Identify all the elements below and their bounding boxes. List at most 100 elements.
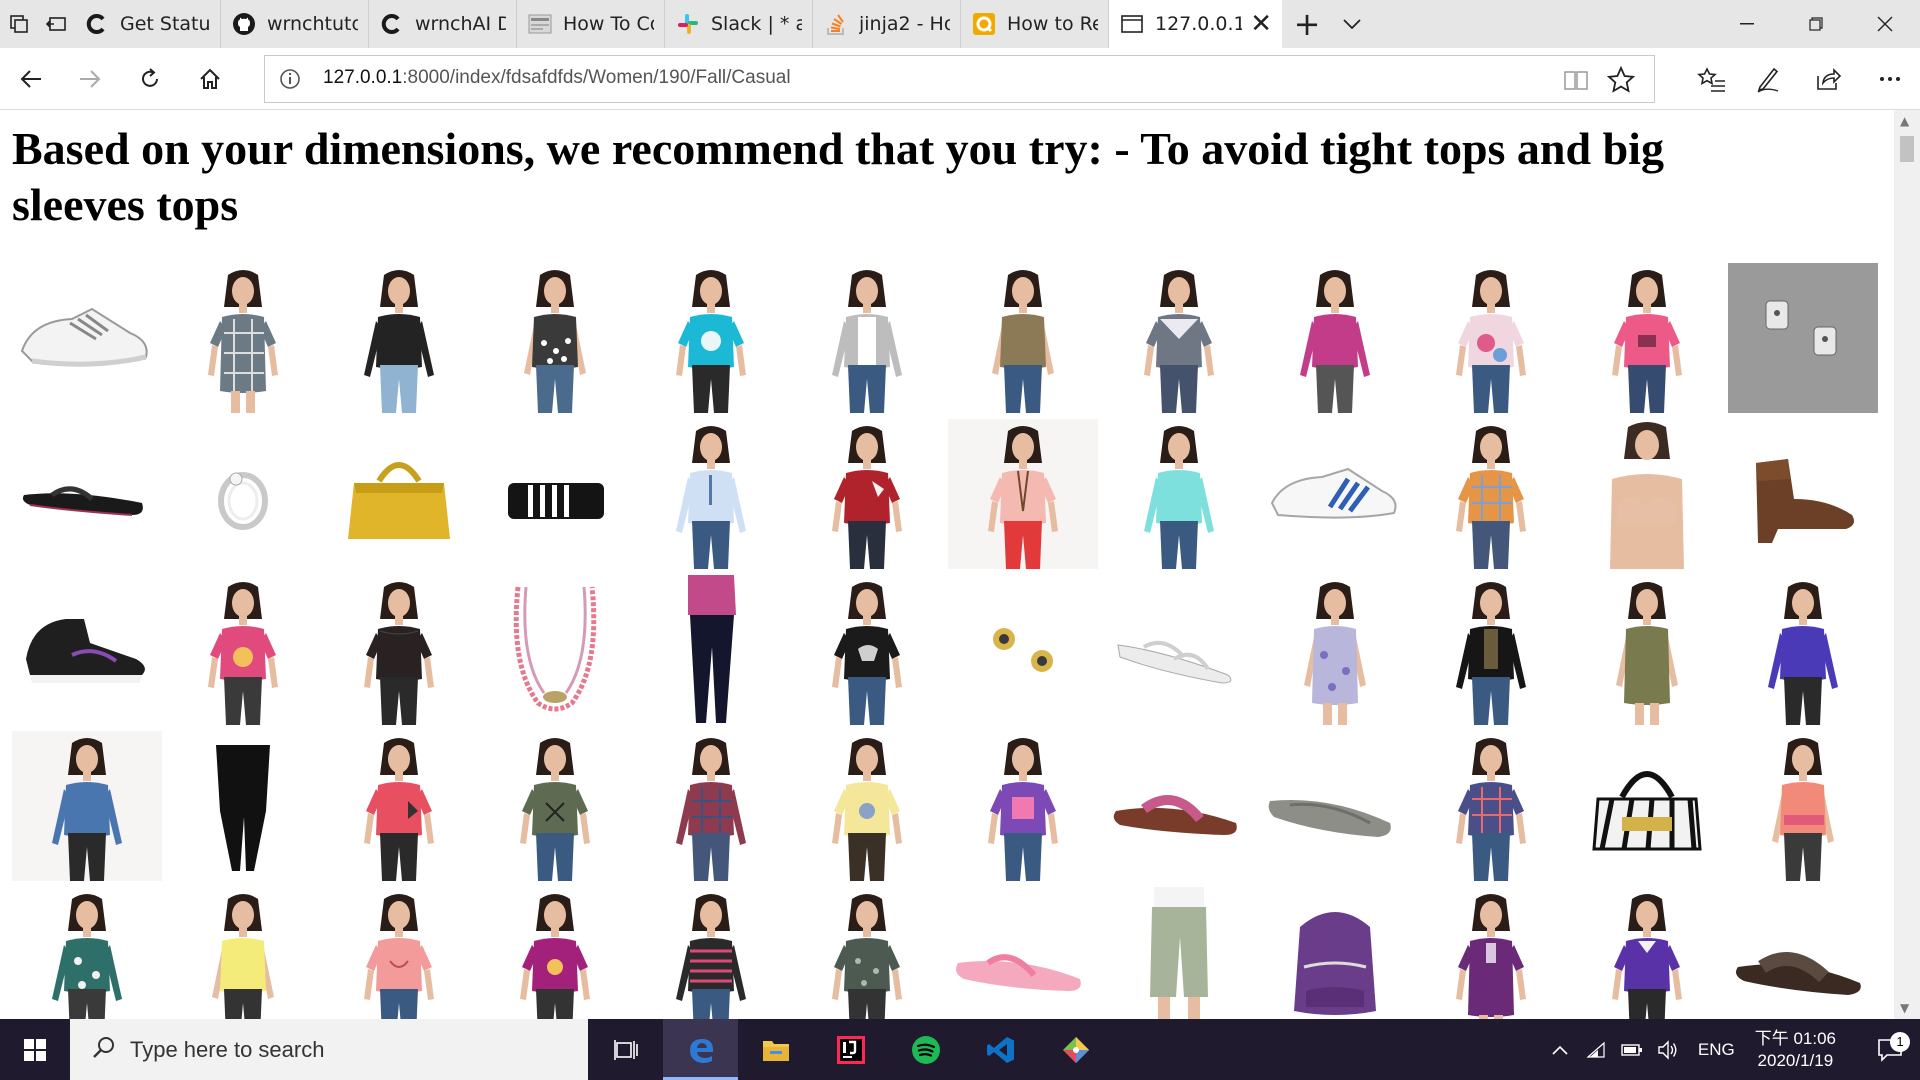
product-image-tights: [168, 731, 318, 881]
scrollbar-thumb[interactable]: [1900, 136, 1914, 162]
product-image-shirt-check: [1416, 419, 1566, 569]
volume-icon[interactable]: [1650, 1039, 1686, 1060]
git-kraken-icon[interactable]: [1038, 1019, 1113, 1080]
task-view-icon[interactable]: [588, 1019, 663, 1080]
share-icon[interactable]: [1808, 59, 1848, 99]
browser-tab[interactable]: wrnchAI Deve: [369, 0, 517, 48]
favorites-list-icon[interactable]: [1692, 59, 1732, 99]
back-icon[interactable]: [11, 59, 51, 99]
browser-tab[interactable]: wrnchtutorial,: [221, 0, 369, 48]
tab-page-icon: [1119, 11, 1145, 37]
input-language[interactable]: ENG: [1698, 1040, 1735, 1060]
product-image-dress-purple: [1416, 887, 1566, 1019]
product-image-polo-purple: [1572, 887, 1722, 1019]
product-image-cardigan-grey: [792, 263, 942, 413]
taskbar-search-box[interactable]: Type here to search: [70, 1019, 588, 1080]
site-info-icon[interactable]: [277, 66, 303, 92]
windows-taskbar: Type here to search ENG 下午 01:06 2020/1/…: [0, 1019, 1920, 1080]
clock-date: 2020/1/19: [1757, 1050, 1834, 1070]
c-icon: [379, 11, 405, 37]
product-image-slide-brown: [1104, 731, 1254, 881]
product-image-tube-olive: [948, 263, 1098, 413]
product-image-top-red: [792, 419, 942, 569]
product-image-earrings-box: [1728, 263, 1878, 413]
product-image-tee-black: [792, 575, 942, 725]
set-aside-tabs-icon[interactable]: [37, 0, 74, 48]
scroll-down-icon[interactable]: ▼: [1900, 1001, 1909, 1015]
chevron-up-icon[interactable]: [1542, 1044, 1578, 1056]
pen-icon[interactable]: [1748, 59, 1788, 99]
tab-close-icon[interactable]: ✕: [1242, 9, 1272, 39]
product-image-wallet: [480, 419, 630, 569]
wifi-icon[interactable]: [1578, 1041, 1614, 1059]
c-icon: [84, 11, 110, 37]
new-tab-icon[interactable]: +: [1282, 0, 1332, 48]
product-image-sweater-purple: [1728, 575, 1878, 725]
restore-icon[interactable]: [1781, 0, 1851, 48]
tab-label: jinja2 - How t: [859, 13, 950, 35]
intellij-icon[interactable]: [813, 1019, 888, 1080]
product-image-pullover-aqua: [1104, 419, 1254, 569]
product-image-tee-pink: [1572, 263, 1722, 413]
product-image-sneaker: [12, 263, 162, 413]
chevron-down-icon[interactable]: [1332, 0, 1372, 48]
scroll-up-icon[interactable]: ▲: [1900, 114, 1914, 128]
tab-label: How To Conv: [563, 13, 654, 35]
notification-icon[interactable]: 1: [1860, 1031, 1920, 1062]
product-image-top-salmon: [324, 887, 474, 1019]
close-icon[interactable]: [1850, 0, 1920, 48]
more-icon[interactable]: [1870, 59, 1910, 99]
browser-tab[interactable]: Get Status of: [74, 0, 221, 48]
product-image-tee-print: [1416, 263, 1566, 413]
browser-tab-active[interactable]: 127.0.0.1 ✕: [1109, 0, 1282, 48]
vscode-icon[interactable]: [963, 1019, 1038, 1080]
vertical-scrollbar[interactable]: ▲ ▼: [1894, 110, 1920, 1019]
tab-label: Get Status of: [120, 13, 210, 35]
page-thumb-icon: [527, 11, 553, 37]
product-image-cardigan-black: [1416, 575, 1566, 725]
url-text[interactable]: 127.0.0.1:8000/index/fdsafdfds/Women/190…: [323, 67, 791, 89]
product-image-top-coral: [324, 731, 474, 881]
clock-time: 下午 01:06: [1754, 1028, 1836, 1048]
home-icon[interactable]: [190, 59, 230, 99]
browser-tab[interactable]: Slack | * anno: [665, 0, 813, 48]
edge-icon[interactable]: [663, 1019, 738, 1080]
product-image-shorts-khaki: [1104, 887, 1254, 1019]
forward-icon[interactable]: [70, 59, 110, 99]
product-image-flipflop-pink: [948, 887, 1098, 1019]
reading-view-icon[interactable]: [1562, 66, 1590, 94]
product-image-tunic-magenta: [480, 887, 630, 1019]
tab-label: How to Resize: [1007, 13, 1098, 35]
favorite-star-icon[interactable]: [1606, 65, 1636, 95]
address-bar[interactable]: 127.0.0.1:8000/index/fdsafdfds/Women/190…: [264, 55, 1655, 103]
refresh-icon[interactable]: [130, 59, 170, 99]
spotify-icon[interactable]: [888, 1019, 963, 1080]
product-image-blouse-lightblue: [636, 419, 786, 569]
browser-tab[interactable]: How To Conv: [517, 0, 665, 48]
page-content: Based on your dimensions, we recommend t…: [0, 110, 1920, 1019]
product-image-dress-plaid: [168, 263, 318, 413]
product-image-shirt-denim: [12, 731, 162, 881]
tab-label: Slack | * anno: [711, 13, 802, 35]
system-tray: ENG 下午 01:06 2020/1/19 1: [1542, 1019, 1920, 1080]
browser-tab[interactable]: jinja2 - How t: [813, 0, 961, 48]
minimize-icon[interactable]: [1712, 0, 1782, 48]
file-explorer-icon[interactable]: [738, 1019, 813, 1080]
product-image-flat-grey: [1260, 731, 1410, 881]
q-icon: [971, 11, 997, 37]
product-image-cardigan-pink: [1260, 263, 1410, 413]
tab-label: wrnchAI Deve: [415, 13, 506, 35]
tab-actions-icon[interactable]: [0, 0, 37, 48]
recommendation-heading: Based on your dimensions, we recommend t…: [12, 123, 1664, 230]
taskbar-clock[interactable]: 下午 01:06 2020/1/19: [1755, 1028, 1836, 1072]
product-image-tee-pink2: [168, 575, 318, 725]
product-image-top-teal: [12, 887, 162, 1019]
url-path: :8000/index/fdsafdfds/Women/190/Fall/Cas…: [402, 67, 791, 88]
product-image-handbag-yellow: [324, 419, 474, 569]
product-image-top-black: [324, 575, 474, 725]
stackoverflow-icon: [823, 11, 849, 37]
navigation-bar: 127.0.0.1:8000/index/fdsafdfds/Women/190…: [0, 48, 1920, 110]
browser-tab[interactable]: How to Resize: [961, 0, 1109, 48]
windows-start-icon[interactable]: [0, 1019, 70, 1080]
battery-icon[interactable]: [1614, 1043, 1650, 1057]
